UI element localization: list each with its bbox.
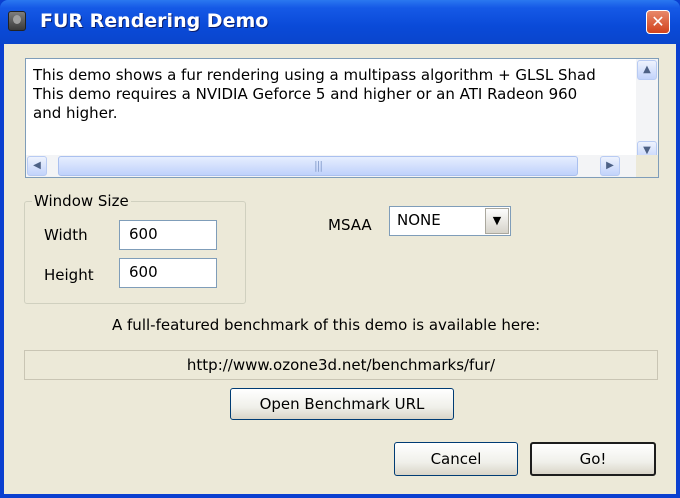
- app-icon[interactable]: [8, 11, 26, 31]
- scroll-right-button[interactable]: ▶: [600, 156, 620, 176]
- description-line: This demo shows a fur rendering using a …: [33, 66, 596, 84]
- open-benchmark-url-button[interactable]: Open Benchmark URL: [230, 388, 454, 420]
- window-size-legend: Window Size: [34, 192, 129, 210]
- msaa-select[interactable]: NONE ▼: [389, 206, 511, 236]
- msaa-selected-value: NONE: [397, 211, 441, 229]
- dialog-client-area: This demo shows a fur rendering using a …: [4, 44, 676, 494]
- scrollbar-corner: [636, 155, 658, 177]
- horizontal-scroll-thumb[interactable]: |||: [58, 156, 578, 176]
- description-line: This demo requires a NVIDIA Geforce 5 an…: [33, 85, 578, 103]
- cancel-button[interactable]: Cancel: [394, 442, 518, 476]
- close-button[interactable]: ✕: [646, 10, 670, 34]
- benchmark-info-text: A full-featured benchmark of this demo i…: [112, 316, 541, 334]
- go-button[interactable]: Go!: [530, 442, 656, 476]
- scroll-left-button[interactable]: ◀: [27, 156, 47, 176]
- description-line: and higher.: [33, 104, 118, 122]
- msaa-label: MSAA: [328, 216, 372, 234]
- width-input[interactable]: 600: [119, 220, 217, 250]
- description-textarea[interactable]: This demo shows a fur rendering using a …: [25, 58, 659, 178]
- window-title: FUR Rendering Demo: [40, 10, 269, 32]
- height-label: Height: [44, 266, 94, 284]
- benchmark-url-field: http://www.ozone3d.net/benchmarks/fur/: [24, 350, 658, 380]
- dialog-window: FUR Rendering Demo ✕ This demo shows a f…: [0, 0, 680, 498]
- horizontal-scrollbar[interactable]: ◀ ||| ▶: [26, 155, 636, 177]
- scroll-up-button[interactable]: ▲: [637, 60, 657, 80]
- dropdown-arrow-icon[interactable]: ▼: [485, 208, 509, 234]
- width-label: Width: [44, 226, 88, 244]
- height-input[interactable]: 600: [119, 258, 217, 288]
- description-text: This demo shows a fur rendering using a …: [33, 66, 626, 152]
- vertical-scrollbar[interactable]: ▲ ▼: [636, 59, 658, 162]
- title-bar[interactable]: FUR Rendering Demo ✕: [0, 0, 680, 44]
